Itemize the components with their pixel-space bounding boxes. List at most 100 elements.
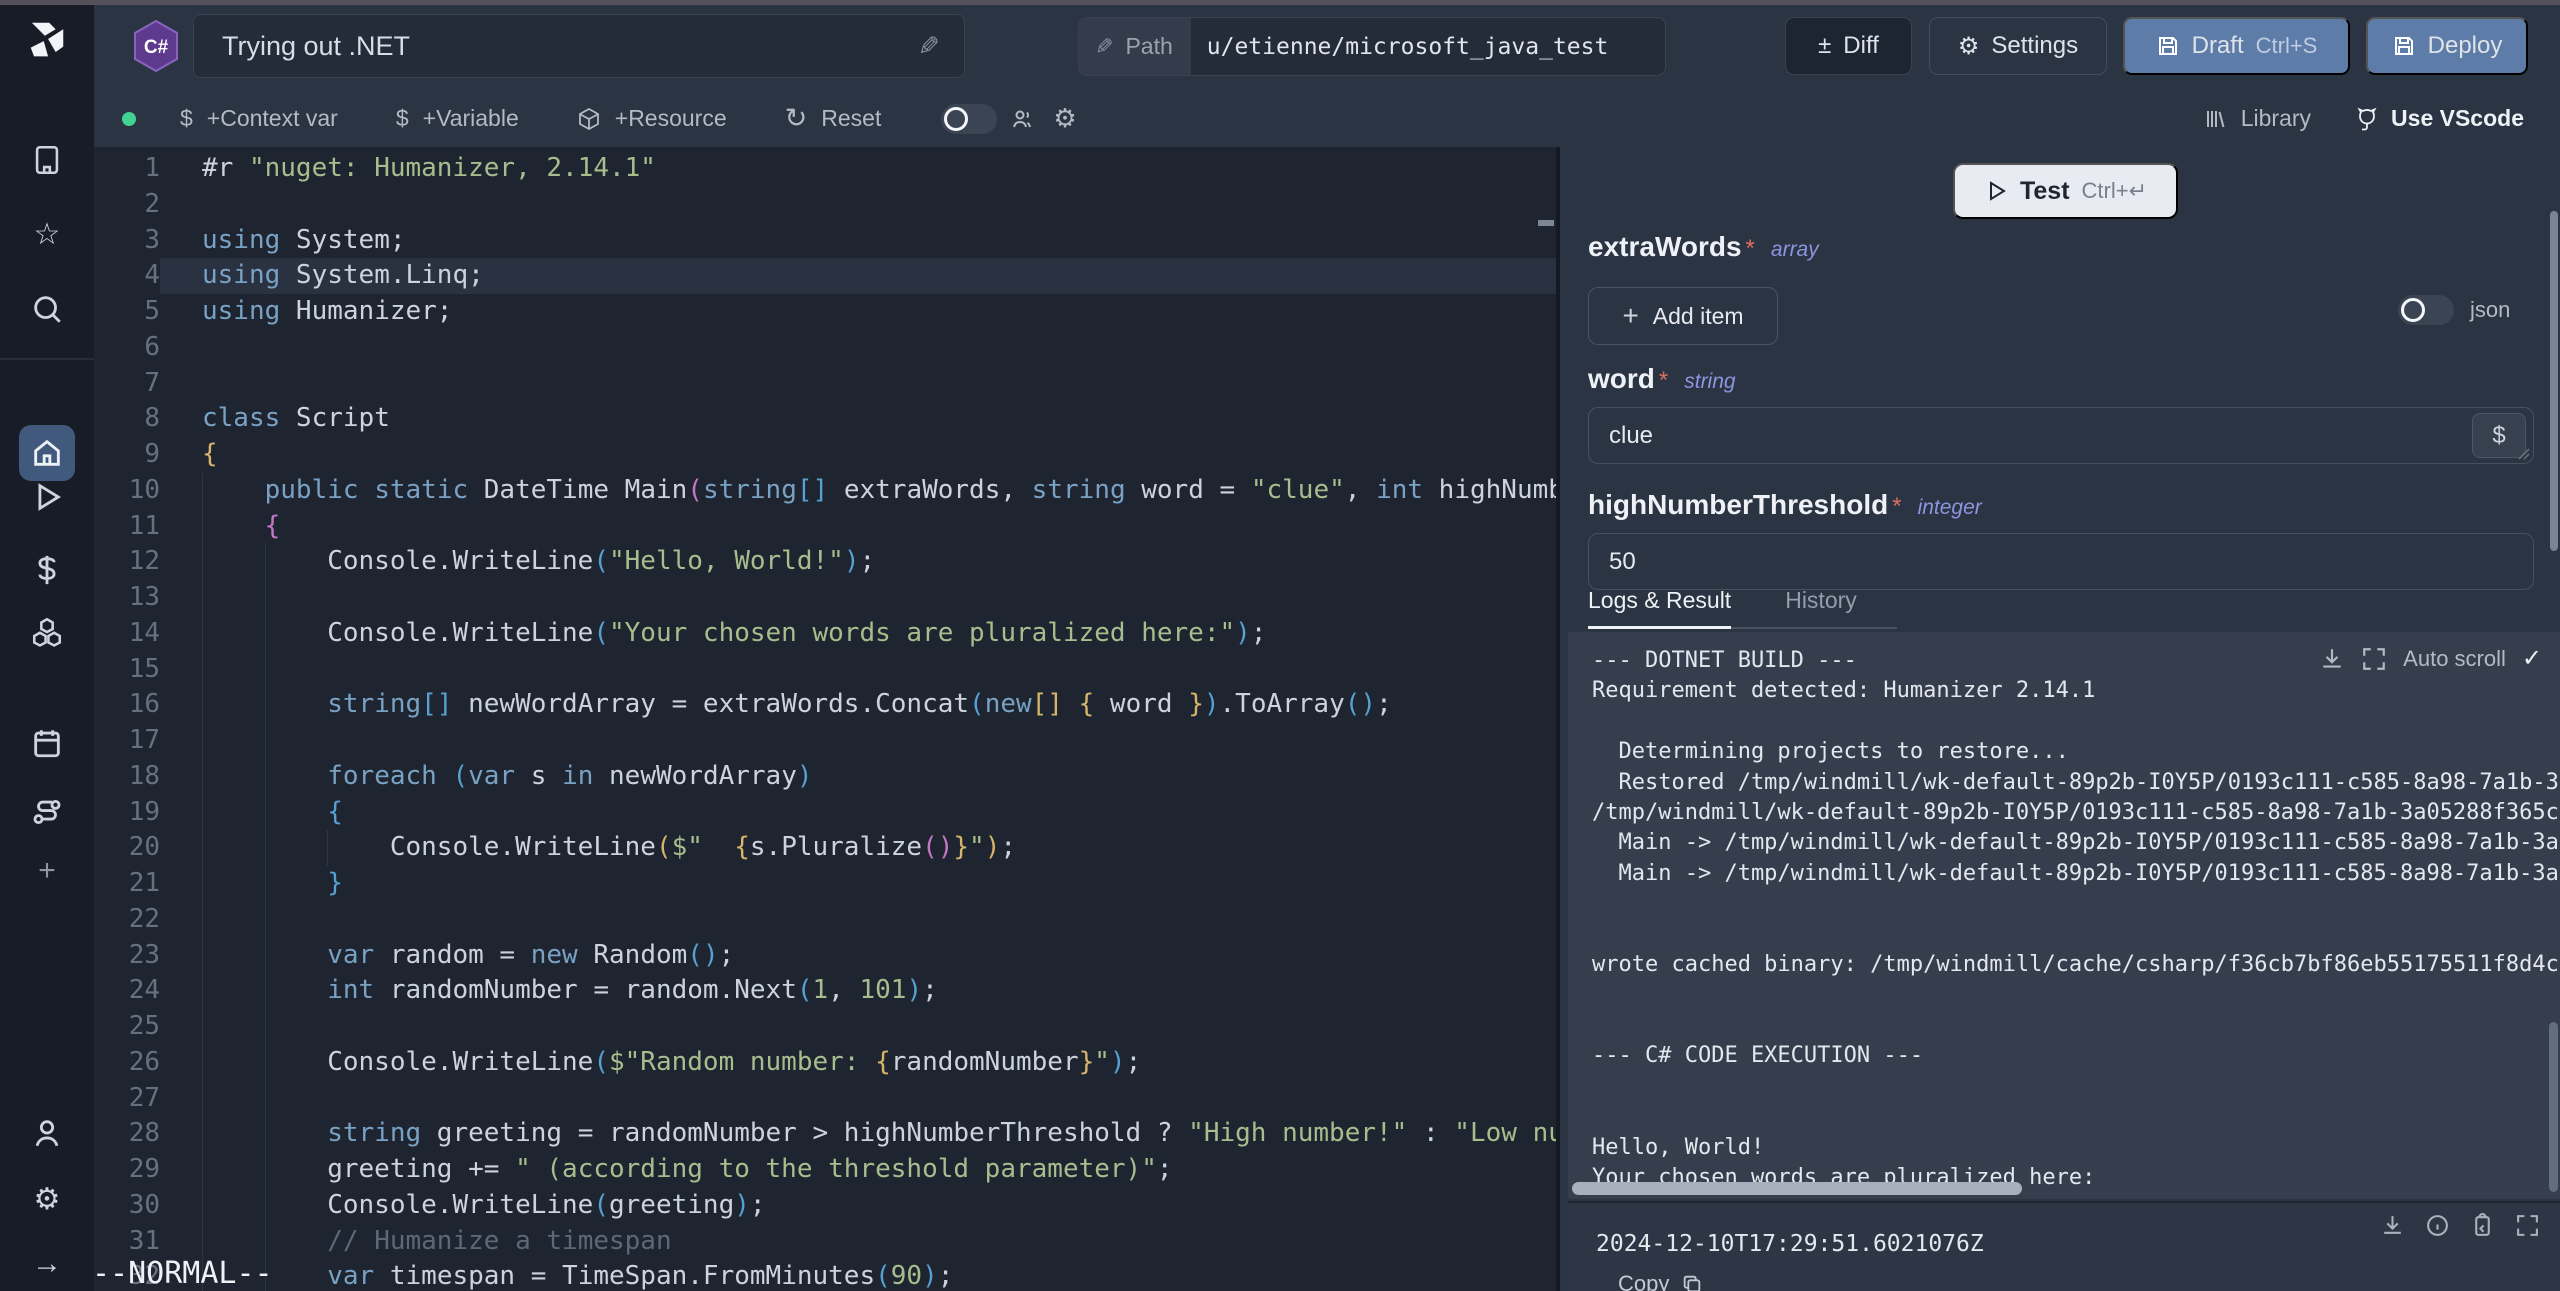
code-line[interactable]: 14 Console.WriteLine("Your chosen words … xyxy=(94,616,1556,652)
code-line[interactable]: 28 string greeting = randomNumber > high… xyxy=(94,1116,1556,1152)
indent-guide xyxy=(202,830,203,866)
log-vertical-scrollbar[interactable] xyxy=(2549,1022,2558,1192)
sidebar-item-variables-dollar-icon[interactable] xyxy=(29,552,65,588)
autoscroll-checkmark-icon[interactable]: ✓ xyxy=(2522,644,2542,673)
expand-logs-icon[interactable] xyxy=(2361,646,2387,672)
collaborators-icon[interactable] xyxy=(1011,107,1035,131)
code-line[interactable]: 26 Console.WriteLine($"Random number: {r… xyxy=(94,1045,1556,1081)
sidebar-item-search-icon[interactable] xyxy=(29,291,65,327)
code-line[interactable]: 25 xyxy=(94,1009,1556,1045)
code-line[interactable]: 5using Humanizer; xyxy=(94,294,1556,330)
indent-guide xyxy=(202,473,203,509)
code-line[interactable]: 9{ xyxy=(94,437,1556,473)
windmill-logo-icon[interactable] xyxy=(21,13,73,61)
reset-button[interactable]: ↻Reset xyxy=(785,103,882,134)
add-context-var-button[interactable]: $+Context var xyxy=(180,105,338,132)
script-title-input[interactable]: Trying out .NET ✎ xyxy=(193,14,965,78)
draft-button[interactable]: DraftCtrl+S xyxy=(2123,17,2350,75)
library-button[interactable]: Library xyxy=(2203,105,2311,132)
code-line[interactable]: 29 greeting += " (according to the thres… xyxy=(94,1152,1556,1188)
sidebar-item-account-user-icon[interactable] xyxy=(29,1115,65,1151)
tab-logs-result[interactable]: Logs & Result xyxy=(1588,587,1731,629)
line-number: 15 xyxy=(94,652,160,688)
edit-title-pencil-icon[interactable]: ✎ xyxy=(918,31,940,62)
resize-handle-icon[interactable] xyxy=(2518,448,2530,460)
code-line[interactable]: 24 int randomNumber = random.Next(1, 101… xyxy=(94,973,1556,1009)
indent-guide xyxy=(202,652,203,688)
add-variable-button[interactable]: $+Variable xyxy=(396,105,519,132)
code-line[interactable]: 10 public static DateTime Main(string[] … xyxy=(94,473,1556,509)
json-toggle[interactable] xyxy=(2398,295,2454,325)
word-input[interactable]: clue $ xyxy=(1588,407,2534,464)
info-icon[interactable] xyxy=(2425,1213,2450,1238)
code-line[interactable]: 27 xyxy=(94,1081,1556,1117)
sidebar-item-home-icon[interactable] xyxy=(29,435,65,471)
sidebar-item-add-plus-icon[interactable]: + xyxy=(29,853,65,889)
code-line[interactable]: 13 xyxy=(94,580,1556,616)
use-vscode-button[interactable]: Use VScode xyxy=(2355,105,2524,132)
code-line[interactable]: 2 xyxy=(94,187,1556,223)
indent-guide xyxy=(202,1081,203,1117)
diff-mode-toggle[interactable] xyxy=(941,104,997,134)
indent-guide xyxy=(202,616,203,652)
test-button[interactable]: Test Ctrl+↵ xyxy=(1953,163,2178,219)
line-number: 6 xyxy=(94,330,160,366)
code-line[interactable]: 15 xyxy=(94,652,1556,688)
sidebar-item-favorites-star-icon[interactable]: ☆ xyxy=(29,216,65,252)
log-output[interactable]: --- DOTNET BUILD --- Requirement detecte… xyxy=(1568,632,2560,1199)
code-line[interactable]: 30 Console.WriteLine(greeting); xyxy=(94,1188,1556,1224)
line-number: 8 xyxy=(94,401,160,437)
sidebar-item-schedules-calendar-icon[interactable] xyxy=(29,725,65,761)
code-line[interactable]: 8class Script xyxy=(94,401,1556,437)
plus-icon: + xyxy=(1622,300,1638,332)
clipboard-icon[interactable] xyxy=(2470,1213,2495,1238)
diff-button[interactable]: ±Diff xyxy=(1785,17,1912,75)
code-line[interactable]: 3using System; xyxy=(94,223,1556,259)
add-resource-button[interactable]: +Resource xyxy=(577,105,727,132)
download-result-icon[interactable] xyxy=(2380,1213,2405,1238)
code-line[interactable]: 32 var timespan = TimeSpan.FromMinutes(9… xyxy=(94,1259,1556,1291)
path-field[interactable]: ✎Path u/etienne/microsoft_java_test xyxy=(1078,17,1666,76)
code-line[interactable]: 11 { xyxy=(94,509,1556,545)
code-editor[interactable]: 1#r "nuget: Humanizer, 2.14.1"23using Sy… xyxy=(94,147,1556,1291)
path-label: Path xyxy=(1125,33,1172,60)
sidebar-item-runs-play-icon[interactable] xyxy=(29,479,65,515)
sidebar-item-resources-cubes-icon[interactable] xyxy=(29,614,65,650)
code-line[interactable]: 21 } xyxy=(94,866,1556,902)
tab-history[interactable]: History xyxy=(1785,587,1857,627)
download-logs-icon[interactable] xyxy=(2319,646,2345,672)
add-item-button[interactable]: +Add item xyxy=(1588,287,1778,345)
sidebar-item-collapse-arrow-icon[interactable]: → xyxy=(29,1246,65,1282)
line-number: 30 xyxy=(94,1188,160,1224)
windmill-script-editor: ☆ + ⚙ → C# Trying out .NET ✎ ✎Path u/eti… xyxy=(0,0,2560,1291)
json-toggle-label: json xyxy=(2470,297,2510,323)
code-line[interactable]: 7 xyxy=(94,366,1556,402)
sidebar-item-settings-gear-icon[interactable]: ⚙ xyxy=(29,1181,65,1217)
code-line[interactable]: 1#r "nuget: Humanizer, 2.14.1" xyxy=(94,151,1556,187)
code-line[interactable]: 16 string[] newWordArray = extraWords.Co… xyxy=(94,687,1556,723)
code-line[interactable]: 20 Console.WriteLine($" {s.Pluralize()}"… xyxy=(94,830,1556,866)
code-line[interactable]: 6 xyxy=(94,330,1556,366)
code-line[interactable]: 23 var random = new Random(); xyxy=(94,938,1556,974)
code-line[interactable]: 31 // Humanize a timespan xyxy=(94,1224,1556,1260)
log-horizontal-scrollbar[interactable] xyxy=(1572,1182,2022,1195)
field-label-highNumberThreshold: highNumberThreshold*integer xyxy=(1588,489,1982,521)
edit-path-pencil-icon[interactable]: ✎ xyxy=(1095,34,1113,60)
expand-result-icon[interactable] xyxy=(2515,1213,2540,1238)
code-line[interactable]: 17 xyxy=(94,723,1556,759)
panel-vertical-scrollbar[interactable] xyxy=(2550,211,2558,551)
editor-settings-gear-icon[interactable]: ⚙ xyxy=(1053,103,1076,134)
settings-button[interactable]: ⚙Settings xyxy=(1929,17,2107,75)
indent-guide xyxy=(202,795,203,831)
code-line[interactable]: 22 xyxy=(94,902,1556,938)
sidebar-item-flows-route-icon[interactable] xyxy=(29,794,65,830)
code-line[interactable]: 18 foreach (var s in newWordArray) xyxy=(94,759,1556,795)
copy-result-button[interactable]: Copy xyxy=(1618,1271,1703,1291)
sidebar-item-workspace[interactable] xyxy=(29,142,65,178)
code-line[interactable]: 19 { xyxy=(94,795,1556,831)
code-line[interactable]: 4using System.Linq; xyxy=(94,258,1556,294)
result-controls xyxy=(2380,1213,2540,1238)
highNumberThreshold-input[interactable]: 50 xyxy=(1588,533,2534,590)
code-line[interactable]: 12 Console.WriteLine("Hello, World!"); xyxy=(94,544,1556,580)
deploy-button[interactable]: Deploy xyxy=(2366,17,2528,75)
